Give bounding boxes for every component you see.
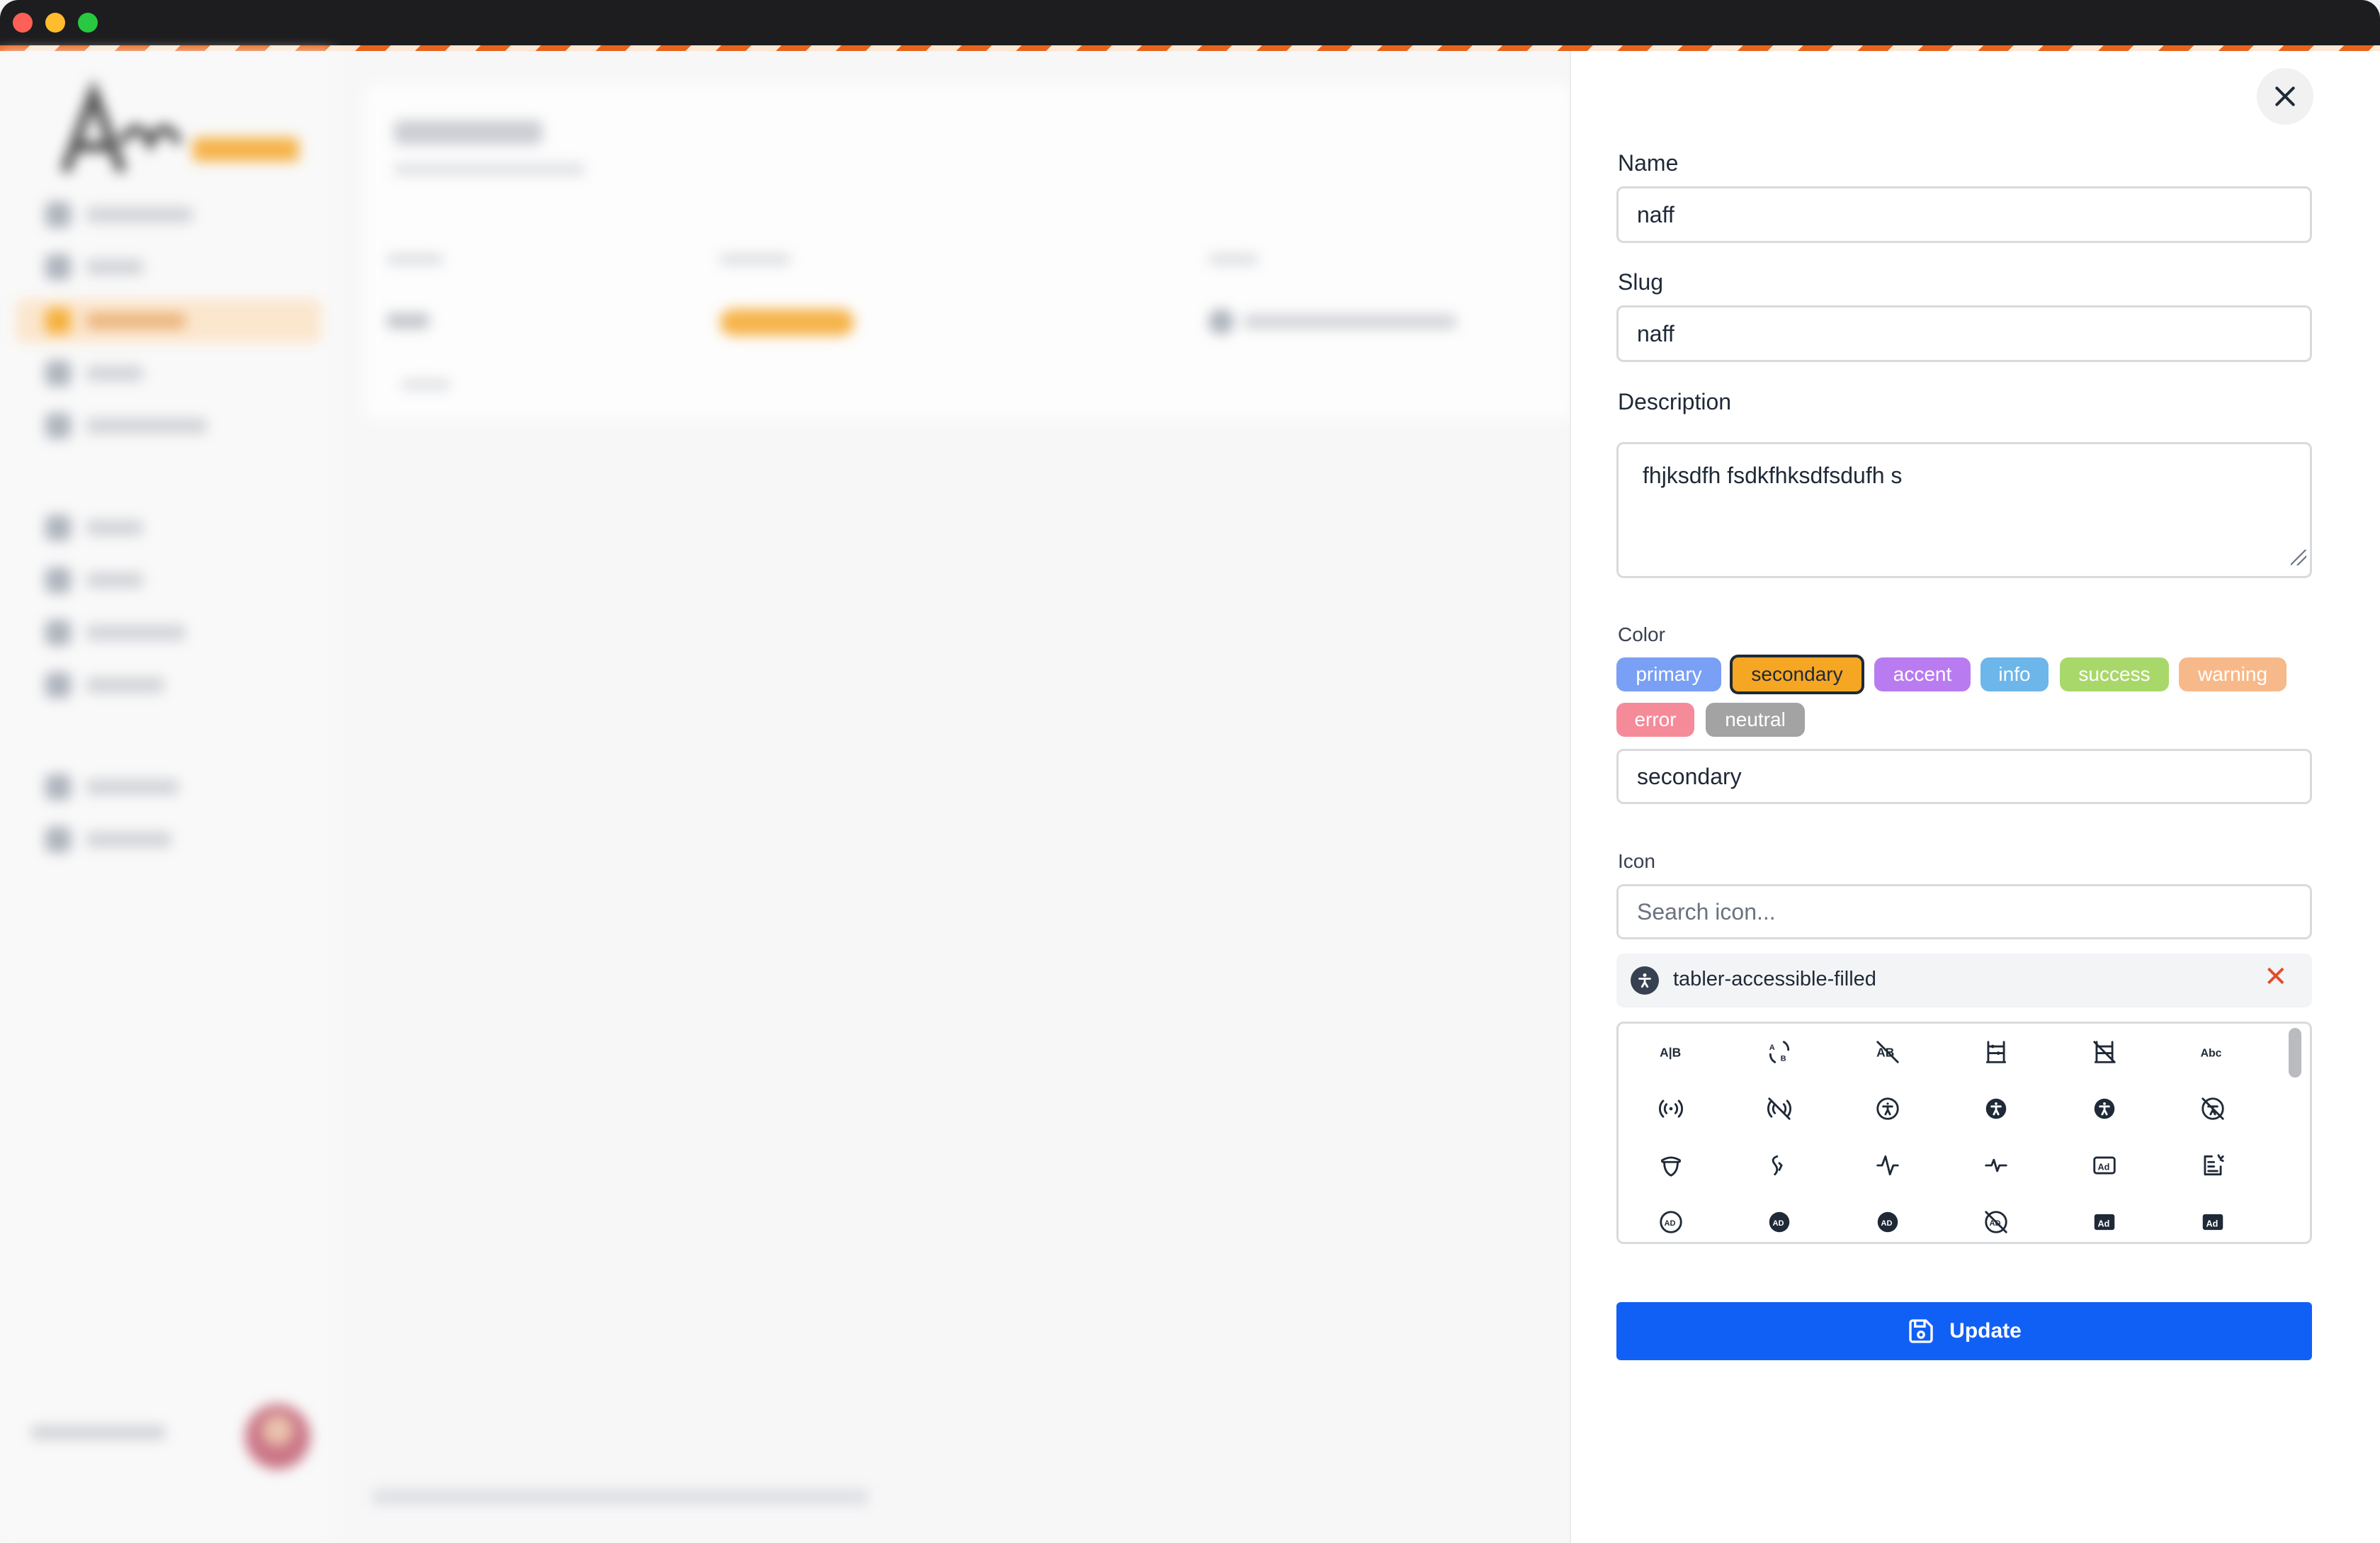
color-chip-secondary[interactable]: secondary [1730,655,1864,694]
description-label: Description [1618,389,1732,414]
sidebar-item-8[interactable] [35,663,305,707]
ad-filled-alt-icon[interactable]: Ad [2187,1201,2238,1242]
blurred-background [0,51,1570,1543]
ad-circle-icon[interactable]: AD [1645,1201,1696,1242]
accessible-filled-alt-icon[interactable] [2079,1087,2130,1130]
a-b-2-icon[interactable]: AB [1754,1031,1805,1073]
color-input[interactable] [1616,749,2312,804]
user-profile[interactable] [28,1404,312,1482]
abacus-icon[interactable] [1971,1031,2022,1073]
svg-text:A: A [1769,1044,1775,1052]
svg-text:Abc: Abc [2201,1047,2222,1059]
update-button[interactable]: Update [1616,1302,2312,1360]
color-chip-primary[interactable]: primary [1616,657,1721,691]
abc-icon[interactable]: Abc [2187,1031,2238,1073]
name-label: Name [1618,150,1679,176]
svg-text:Ad: Ad [2098,1162,2110,1172]
slug-input[interactable] [1616,305,2312,362]
close-drawer-button[interactable] [2257,68,2313,125]
app-window: Name Slug Description fhjksdfh fsdkfhksd… [0,51,2380,1543]
svg-text:A|B: A|B [1660,1045,1681,1059]
app-logo [37,79,299,186]
svg-text:AD: AD [1773,1219,1784,1228]
update-button-label: Update [1949,1319,2022,1343]
color-label: Color [1618,623,1665,645]
footer [373,1489,868,1505]
close-icon [2275,86,2295,106]
progress-stripe [0,45,2380,51]
activity-heartbeat-icon[interactable] [1754,1144,1805,1187]
svg-text:Ad: Ad [2098,1219,2110,1228]
sidebar-item-3[interactable] [35,351,305,395]
color-chip-accent[interactable]: accent [1874,657,1971,691]
icon-label: Icon [1618,850,1655,872]
maximize-window-button[interactable] [78,13,98,33]
accessible-icon[interactable] [1862,1087,1913,1130]
accessible-filled-icon[interactable] [1971,1087,2022,1130]
a-b-icon[interactable]: A|B [1645,1031,1696,1073]
svg-text:AD: AD [1665,1219,1676,1228]
color-chip-error[interactable]: error [1616,703,1694,737]
sidebar [0,51,333,1543]
data-table [366,191,1570,418]
acorn-icon[interactable] [1645,1144,1696,1187]
sidebar-item-6[interactable] [35,558,305,602]
color-chip-neutral[interactable]: neutral [1706,703,1805,737]
color-chip-info[interactable]: info [1980,657,2048,691]
svg-text:B: B [1781,1055,1786,1063]
sidebar-item-9[interactable] [35,765,305,809]
window-titlebar [0,0,2380,45]
ad-filled-icon[interactable]: Ad [2079,1201,2130,1242]
activity-alt-icon[interactable] [1971,1144,2022,1187]
clear-icon-button[interactable]: ✕ [2264,961,2288,993]
close-window-button[interactable] [13,13,33,33]
accessible-filled-icon [1631,966,1659,995]
selected-icon-name: tabler-accessible-filled [1673,968,1876,990]
sidebar-item-2[interactable] [35,245,305,289]
icon-picker-grid: A|B A B AB Abc Ad AD AD AD AD Ad Ad [1616,1022,2312,1244]
ad-2-icon[interactable] [2187,1144,2238,1187]
activity-icon[interactable] [1862,1144,1913,1187]
accessible-off-icon[interactable] [2187,1087,2238,1130]
slug-label: Slug [1618,269,1664,295]
icon-grid-scrollbar[interactable] [2289,1028,2301,1078]
color-chip-success[interactable]: success [2060,657,2169,691]
ad-circle-filled-alt-icon[interactable]: AD [1862,1201,1913,1242]
sidebar-item-5[interactable] [35,506,305,550]
sidebar-item-4[interactable] [35,404,305,448]
ad-circle-off-icon[interactable]: AD [1971,1201,2022,1242]
icon-search-input[interactable] [1616,884,2312,939]
textarea-resize-handle[interactable] [2291,550,2306,565]
ad-icon[interactable]: Ad [2079,1144,2130,1187]
save-icon [1909,1319,1933,1343]
abacus-off-icon[interactable] [2079,1031,2130,1073]
svg-text:Ad: Ad [2206,1219,2218,1228]
sidebar-item-active[interactable] [16,299,322,343]
minimize-window-button[interactable] [45,13,65,33]
name-input[interactable] [1616,186,2312,243]
sidebar-item-1[interactable] [35,193,305,237]
avatar[interactable] [245,1404,310,1469]
ad-circle-filled-icon[interactable]: AD [1754,1201,1805,1242]
edit-category-drawer: Name Slug Description fhjksdfh fsdkfhksd… [1570,51,2380,1543]
color-chip-warning[interactable]: warning [2179,657,2286,691]
sidebar-item-7[interactable] [35,611,305,655]
description-textarea[interactable]: fhjksdfh fsdkfhksdfsdufh s [1616,442,2312,578]
sidebar-item-10[interactable] [35,818,305,861]
svg-text:AD: AD [1881,1219,1893,1228]
selected-icon-row: tabler-accessible-filled ✕ [1616,954,2312,1007]
access-point-off-icon[interactable] [1754,1087,1805,1130]
a-b-off-icon[interactable]: AB [1862,1031,1913,1073]
access-point-icon[interactable] [1645,1087,1696,1130]
